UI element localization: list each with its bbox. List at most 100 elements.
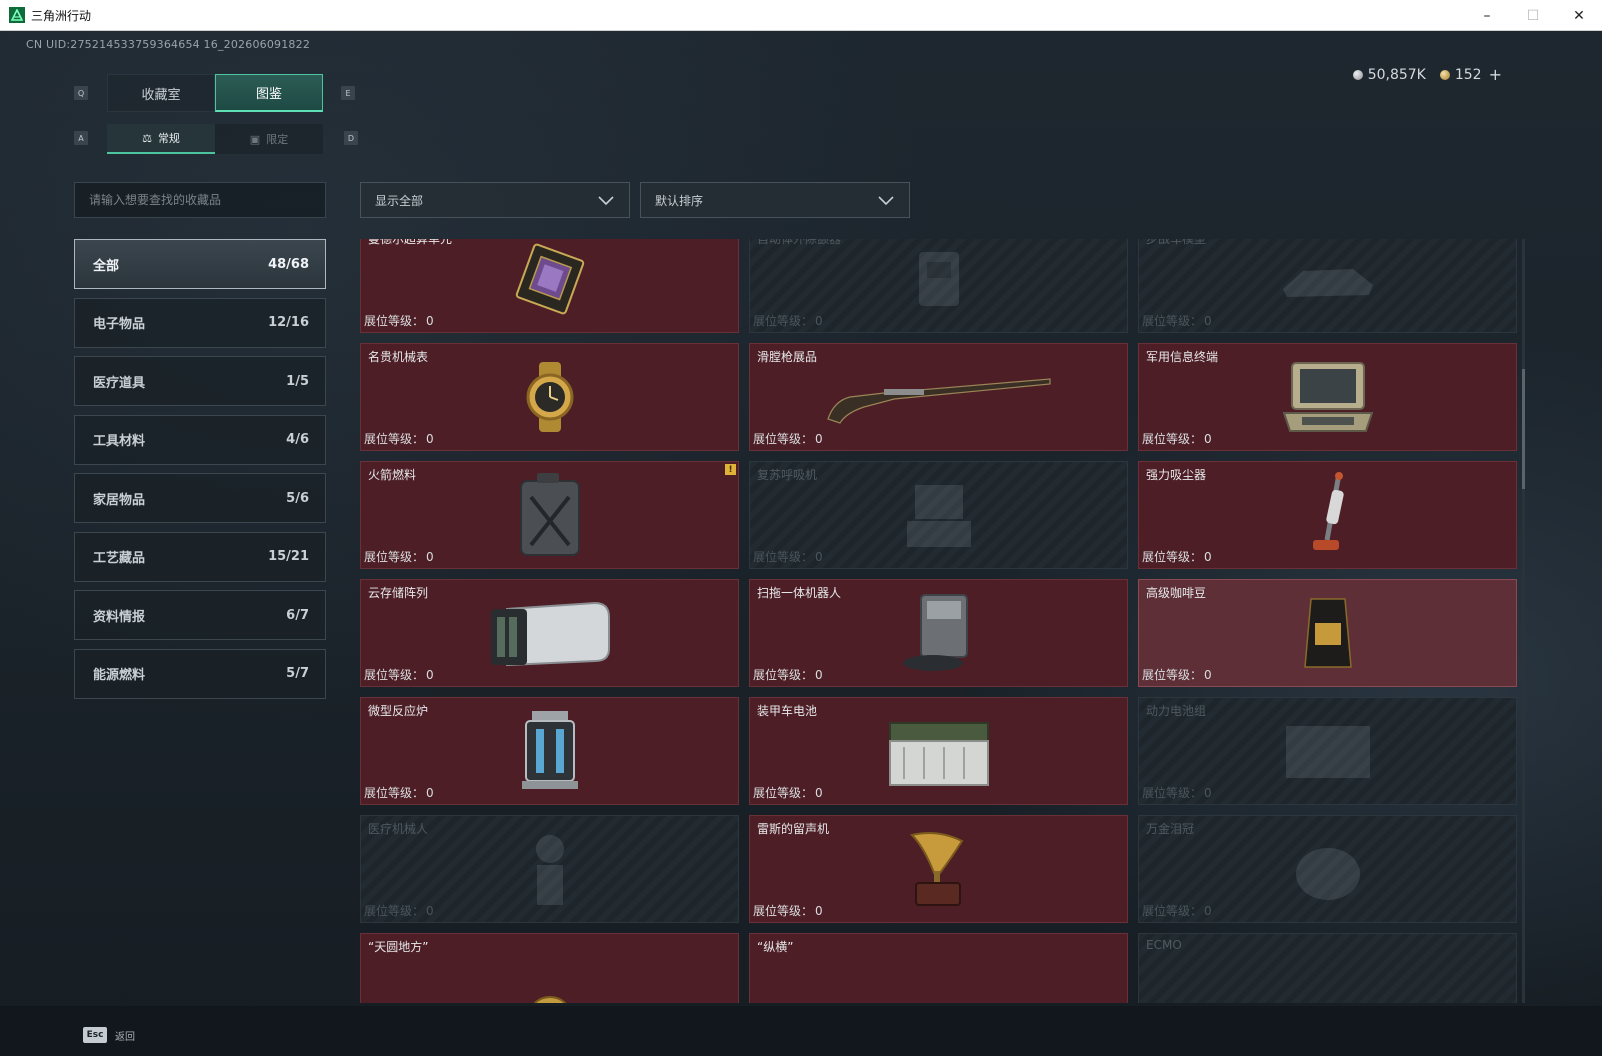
key-hint-next-subtab[interactable]: D [344, 131, 358, 145]
collection-card[interactable]: 医疗机械人 展位等级： 0 [360, 815, 739, 923]
key-hint-prev-tab[interactable]: Q [74, 86, 88, 100]
sort-dropdown[interactable]: 默认排序 [640, 182, 910, 218]
collection-card[interactable]: 复苏呼吸机 展位等级： 0 [749, 461, 1128, 569]
category-label: 家居物品 [93, 492, 146, 508]
booth-level: 展位等级： 0 [753, 550, 823, 564]
collection-card[interactable]: 万金泪冠 展位等级： 0 [1138, 815, 1517, 923]
chevron-down-icon [598, 196, 614, 206]
add-currency-icon[interactable]: + [1489, 65, 1502, 84]
category-all[interactable]: 全部 48/68 [74, 239, 326, 289]
chevron-down-icon [878, 196, 894, 206]
item-name: 曼德尔超算单元 [368, 239, 453, 246]
grid-scrollbar[interactable] [1522, 239, 1525, 1003]
back-label[interactable]: 返回 [115, 1028, 135, 1043]
silver-currency: 50,857K [1352, 67, 1426, 83]
collection-card[interactable]: 扫拖一体机器人 展位等级： 0 [749, 579, 1128, 687]
terminal-icon [1282, 362, 1373, 432]
maximize-button[interactable]: ☐ [1510, 0, 1556, 31]
category-electronics[interactable]: 电子物品 12/16 [74, 297, 326, 348]
booth-level: 展位等级： 0 [1142, 314, 1212, 328]
sub-tabs: ⚖ 常规 ▣ 限定 [107, 124, 323, 154]
category-medical[interactable]: 医疗道具 1/5 [74, 356, 326, 406]
collection-card[interactable]: 雷斯的留声机 展位等级： 0 [749, 815, 1128, 923]
booth-level: 展位等级： 0 [364, 550, 434, 564]
tab-collection-room[interactable]: 收藏室 [107, 74, 215, 112]
category-crafts[interactable]: 工艺藏品 15/21 [74, 531, 326, 582]
collection-card[interactable]: 火箭燃料 ! 展位等级： 0 [360, 461, 739, 569]
collection-card[interactable]: 高级咖啡豆 展位等级： 0 [1138, 579, 1517, 687]
collection-card[interactable]: ECMO 展位等级：0 [1138, 933, 1517, 1003]
category-household[interactable]: 家居物品 5/6 [74, 473, 326, 523]
item-name: 医疗机械人 [368, 822, 429, 836]
booth-level: 展位等级： 0 [1142, 668, 1212, 682]
category-intel[interactable]: 资料情报 6/7 [74, 590, 326, 640]
bottle-icon: ⚖ [142, 131, 152, 145]
item-name: 云存储阵列 [368, 586, 429, 600]
key-hint-next-tab[interactable]: E [341, 86, 355, 100]
category-count: 15/21 [268, 549, 309, 564]
booth-level: 展位等级： 0 [364, 904, 434, 918]
collection-card[interactable]: 步战车模型 展位等级： 0 [1138, 239, 1517, 333]
vacuum-icon [1312, 472, 1344, 550]
category-tools[interactable]: 工具材料 4/6 [74, 414, 326, 465]
category-label: 能源燃料 [93, 668, 146, 683]
collection-card[interactable]: 曼德尔超算单元 展位等级： 0 [360, 239, 739, 333]
artifact-icon [532, 995, 567, 1003]
item-name: “纵横” [757, 940, 794, 954]
battery-pack-icon [1285, 726, 1370, 778]
crown-icon [1295, 848, 1360, 900]
subtab-limited[interactable]: ▣ 限定 [215, 124, 323, 154]
category-count: 12/16 [268, 315, 309, 330]
booth-level: 展位等级： 0 [753, 904, 823, 918]
close-button[interactable]: ✕ [1556, 0, 1602, 31]
key-hint-prev-subtab[interactable]: A [74, 131, 88, 145]
collection-card[interactable]: 动力电池组 展位等级： 0 [1138, 697, 1517, 805]
window-titlebar: 三角洲行动 – ☐ ✕ [0, 0, 1602, 31]
category-label: 全部 [93, 258, 120, 274]
tab-codex[interactable]: 图鉴 [215, 74, 323, 112]
esc-key-hint[interactable]: Esc [83, 1027, 107, 1043]
collection-card[interactable]: 自动体外除颤器 展位等级： 0 [749, 239, 1128, 333]
app-logo-icon [9, 7, 25, 23]
musket-icon [826, 378, 1051, 424]
booth-level: 展位等级： 0 [364, 432, 434, 446]
item-name: 自动体外除颤器 [757, 239, 842, 246]
booth-level: 展位等级： 0 [753, 314, 823, 328]
medical-robot-icon [535, 835, 564, 905]
chip-icon [515, 243, 584, 315]
category-count: 6/7 [286, 607, 309, 623]
scrollbar-thumb[interactable] [1522, 369, 1525, 489]
storage-array-icon [490, 601, 610, 667]
fuel-can-icon [519, 473, 580, 556]
collection-card[interactable]: “纵横” 展位等级：0 [749, 933, 1128, 1003]
subtab-limited-label: 限定 [266, 133, 289, 146]
item-name: 滑膛枪展品 [757, 350, 818, 364]
silver-coin-icon [1352, 69, 1363, 80]
display-filter-dropdown[interactable]: 显示全部 [360, 182, 630, 218]
collection-card[interactable]: 装甲车电池 展位等级： 0 [749, 697, 1128, 805]
category-count: 5/7 [286, 666, 309, 681]
window-title: 三角洲行动 [31, 8, 92, 23]
item-name: 火箭燃料 [368, 468, 417, 482]
item-name: 复苏呼吸机 [757, 468, 818, 482]
collection-card[interactable]: 军用信息终端 展位等级： 0 [1138, 343, 1517, 451]
battery-icon [888, 722, 989, 786]
collection-grid: 曼德尔超算单元 展位等级： 0 自动体外除颤器 展位等级： 0 步战车模型 展位等级… [360, 239, 1517, 1003]
collection-card[interactable]: 云存储阵列 展位等级： 0 [360, 579, 739, 687]
category-label: 资料情报 [93, 609, 146, 625]
booth-level: 展位等级： 0 [753, 432, 823, 446]
robot-icon [902, 594, 968, 671]
collection-card[interactable]: “天圆地方” 展位等级：0 [360, 933, 739, 1003]
booth-level: 展位等级： 0 [1142, 786, 1212, 800]
collection-card[interactable]: 微型反应炉 展位等级： 0 [360, 697, 739, 805]
subtab-regular[interactable]: ⚖ 常规 [107, 124, 215, 154]
collection-card[interactable]: 滑膛枪展品 展位等级： 0 [749, 343, 1128, 451]
display-filter-value: 显示全部 [375, 193, 424, 208]
category-energy[interactable]: 能源燃料 5/7 [74, 648, 326, 699]
collection-card[interactable]: 名贵机械表 展位等级： 0 [360, 343, 739, 451]
collection-card[interactable]: 强力吸尘器 展位等级： 0 [1138, 461, 1517, 569]
uid-label: CN UID:275214533759364654 16_20260609182… [26, 38, 311, 51]
collection-search-input[interactable] [74, 182, 326, 218]
minimize-button[interactable]: – [1464, 0, 1510, 31]
item-name: ECMO [1146, 938, 1182, 952]
